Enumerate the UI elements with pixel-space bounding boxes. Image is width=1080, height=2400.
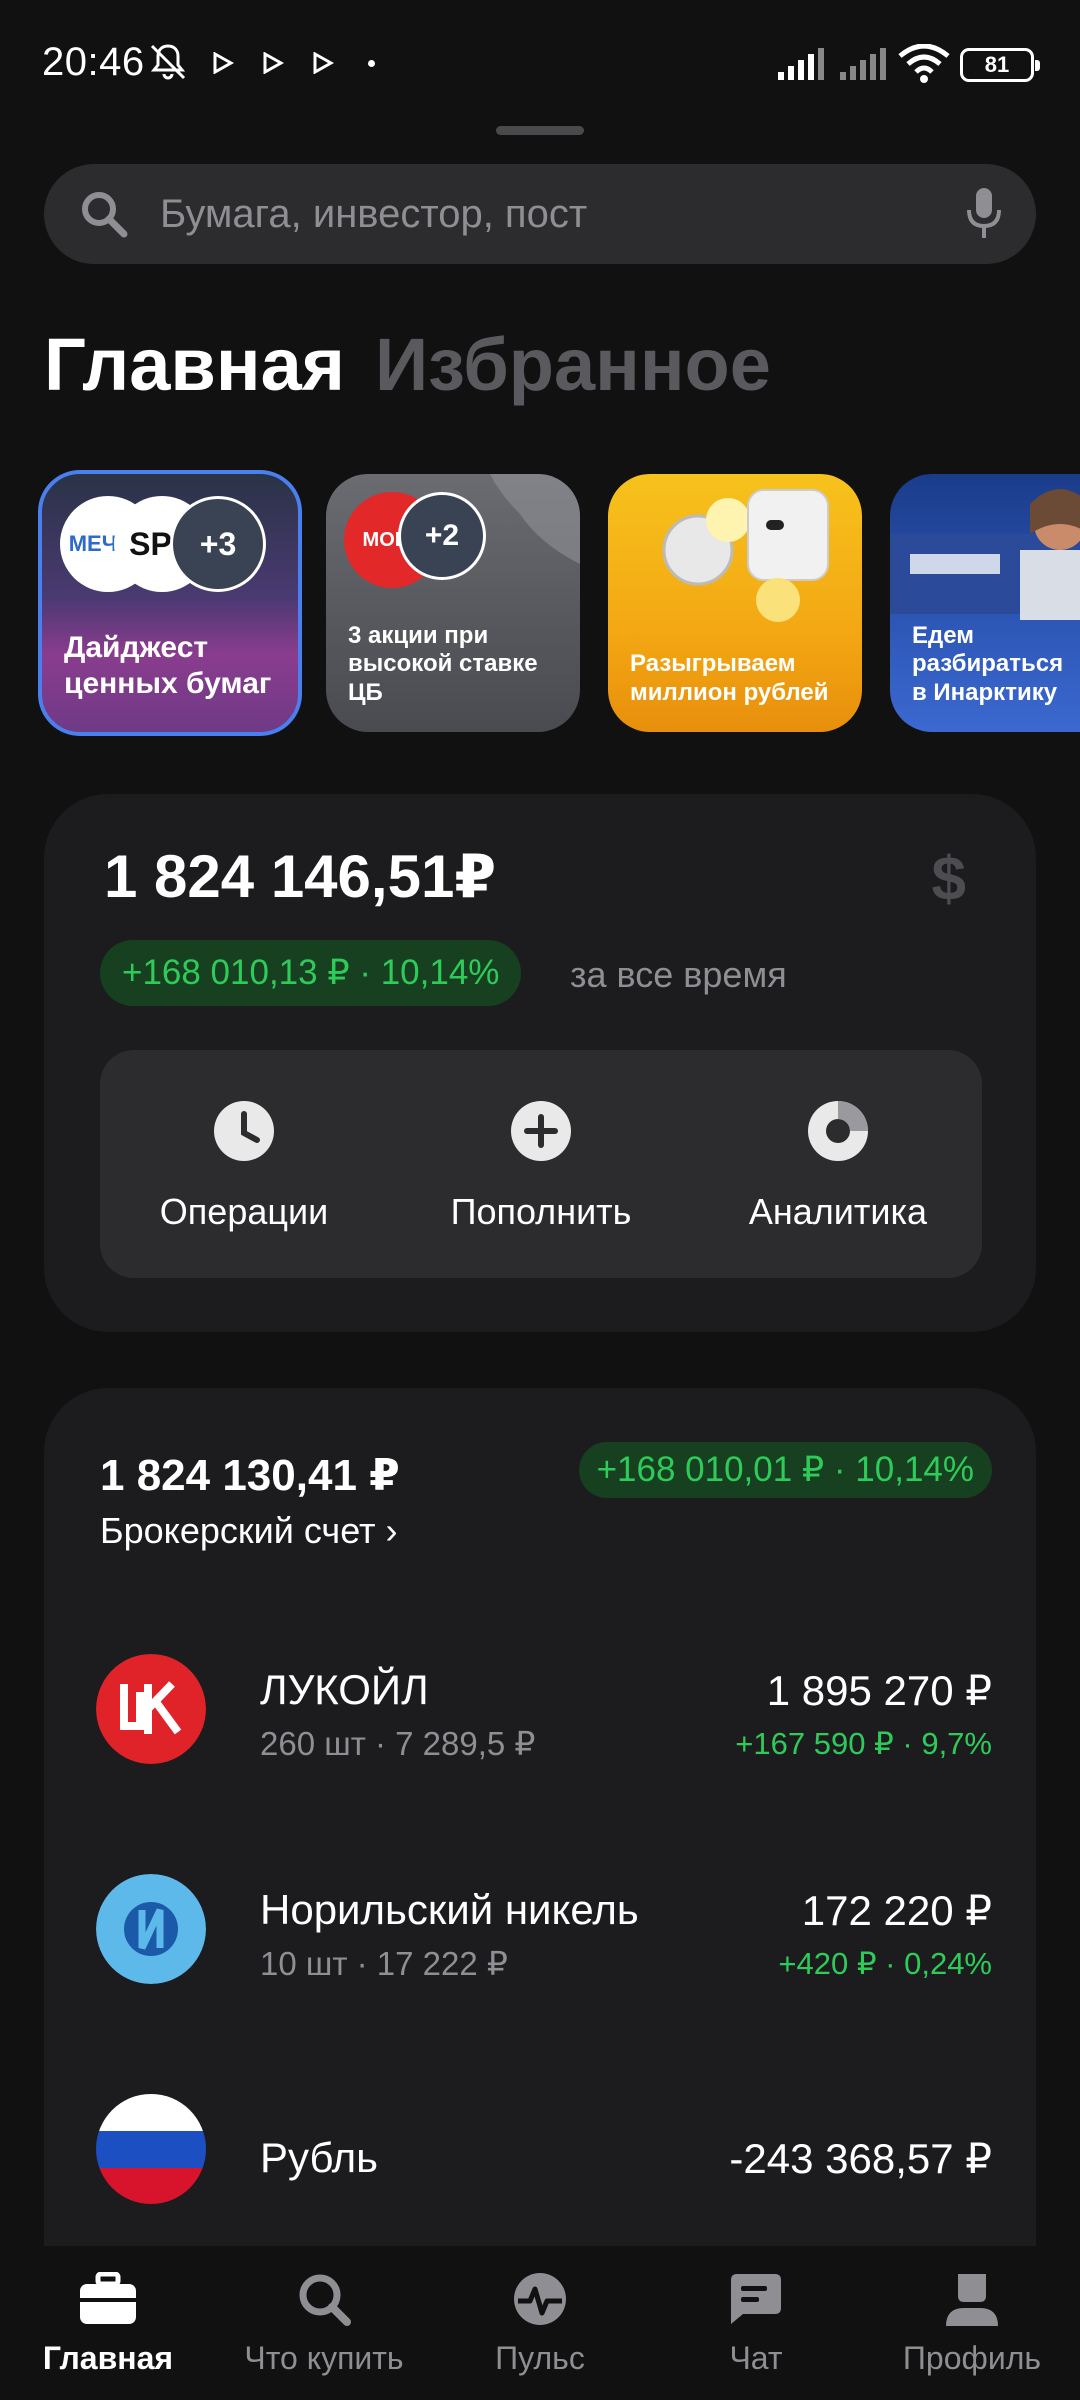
- position-value: 1 895 270 ₽: [766, 1667, 992, 1714]
- pulse-icon: [514, 2273, 566, 2325]
- story-three-stocks[interactable]: МОЕХ +2 3 акции при высокой ставке ЦБ: [326, 474, 580, 732]
- story-badge: +2: [398, 492, 486, 580]
- analytics-label: Аналитика: [748, 1191, 928, 1232]
- portfolio-total: 1 824 146,51₽: [104, 843, 497, 910]
- position-row[interactable]: ЛУКОЙЛ 260 шт · 7 289,5 ₽ 1 895 270 ₽ +1…: [44, 1644, 1036, 1774]
- portfolio-card: 1 824 146,51₽ $ +168 010,13 ₽ · 10,14% з…: [44, 794, 1036, 1332]
- search-bar[interactable]: Бумага, инвестор, пост: [44, 164, 1036, 264]
- story-million[interactable]: Разыгрываем миллион рублей: [608, 474, 862, 732]
- account-total: 1 824 130,41 ₽: [100, 1451, 400, 1500]
- position-row[interactable]: Норильский никель 10 шт · 17 222 ₽ 172 2…: [44, 1864, 1036, 1994]
- deposit-label: Пополнить: [450, 1191, 632, 1232]
- account-gain-badge: +168 010,01 ₽ · 10,14%: [578, 1442, 992, 1498]
- play-icon: [263, 52, 284, 74]
- lukoil-logo: [96, 1654, 206, 1764]
- position-row[interactable]: Рубль -243 368,57 ₽: [44, 2084, 1036, 2214]
- play-icon: [313, 52, 334, 74]
- nornickel-logo: [96, 1874, 206, 1984]
- story-label: 3 акции при высокой ставке ЦБ: [348, 621, 538, 707]
- operations-button[interactable]: Операции: [104, 1100, 384, 1233]
- story-digest[interactable]: МЕЧЕЛ SPB +3 Дайджест ценных бумаг: [38, 470, 302, 736]
- drag-handle[interactable]: [496, 126, 584, 135]
- nav-home-label: Главная: [42, 2340, 174, 2376]
- nav-chat[interactable]: Чат: [648, 2264, 864, 2377]
- clock-icon: [214, 1101, 274, 1161]
- position-value: 172 220 ₽: [801, 1887, 992, 1934]
- position-name: Норильский никель: [260, 1886, 639, 1933]
- story-inarctic[interactable]: Едем разбираться в Инарктику: [890, 474, 1080, 732]
- nav-profile[interactable]: Профиль: [864, 2264, 1080, 2377]
- operations-label: Операции: [159, 1191, 329, 1232]
- position-name: Рубль: [260, 2134, 379, 2181]
- battery-level: 81: [984, 52, 1010, 77]
- status-bar: 20:46 81: [0, 0, 1080, 130]
- story-badge: +3: [170, 496, 266, 592]
- nav-home[interactable]: Главная: [0, 2264, 216, 2377]
- gain-period-label[interactable]: за все время: [570, 954, 787, 996]
- position-change: +420 ₽ · 0,24%: [778, 1946, 992, 1981]
- story-label: Едем разбираться в Инарктику: [912, 621, 1064, 707]
- position-details: 260 шт · 7 289,5 ₽: [260, 1725, 536, 1762]
- position-details: 10 шт · 17 222 ₽: [260, 1945, 508, 1982]
- tab-main[interactable]: Главная: [44, 323, 345, 406]
- nav-what-to-buy-label: Что купить: [244, 2340, 404, 2376]
- search-icon: [299, 2274, 351, 2326]
- nav-profile-label: Профиль: [902, 2340, 1042, 2376]
- nav-pulse-label: Пульс: [495, 2340, 585, 2376]
- currency-toggle[interactable]: $: [932, 844, 966, 915]
- microphone-icon[interactable]: [964, 186, 1004, 242]
- dot-icon: [368, 60, 375, 67]
- profile-icon: [946, 2274, 998, 2326]
- signal-icon: [840, 48, 886, 80]
- mute-icon: [150, 44, 186, 80]
- story-label: Дайджест ценных бумаг: [64, 631, 272, 700]
- gift-illustration: [662, 489, 829, 622]
- position-change: +167 590 ₽ · 9,7%: [735, 1726, 992, 1761]
- russia-flag-icon: [96, 2094, 206, 2204]
- page-curl-icon: [490, 474, 580, 564]
- wifi-icon: [898, 44, 950, 83]
- pie-icon: [808, 1101, 868, 1161]
- battery-icon: 81: [960, 48, 1040, 82]
- chat-icon: [731, 2274, 781, 2324]
- status-time: 20:46: [42, 40, 145, 84]
- search-input[interactable]: Бумага, инвестор, пост: [160, 192, 587, 237]
- account-name-link[interactable]: Брокерский счет ›: [100, 1510, 398, 1552]
- signal-icon: [778, 48, 824, 80]
- briefcase-icon: [80, 2272, 136, 2324]
- analytics-button[interactable]: Аналитика: [698, 1100, 978, 1233]
- search-icon: [82, 192, 128, 238]
- nav-pulse[interactable]: Пульс: [432, 2264, 648, 2377]
- portfolio-gain-badge: +168 010,13 ₽ · 10,14%: [100, 940, 522, 1006]
- position-name: ЛУКОЙЛ: [260, 1666, 429, 1713]
- play-icon: [213, 52, 234, 74]
- deposit-button[interactable]: Пополнить: [401, 1100, 681, 1233]
- nav-chat-label: Чат: [729, 2340, 783, 2376]
- portfolio-actions: Операции Пополнить Аналитика: [100, 1050, 982, 1278]
- nav-what-to-buy[interactable]: Что купить: [216, 2264, 432, 2377]
- story-label: Разыгрываем миллион рублей: [630, 650, 829, 707]
- bottom-navigation: Главная Что купить Пульс Чат Профиль: [0, 2246, 1080, 2400]
- page-tabs: Главная Избранное: [44, 322, 771, 407]
- position-value: -243 368,57 ₽: [729, 2135, 992, 2182]
- tab-favorites[interactable]: Избранное: [375, 323, 771, 406]
- plus-icon: [511, 1101, 571, 1161]
